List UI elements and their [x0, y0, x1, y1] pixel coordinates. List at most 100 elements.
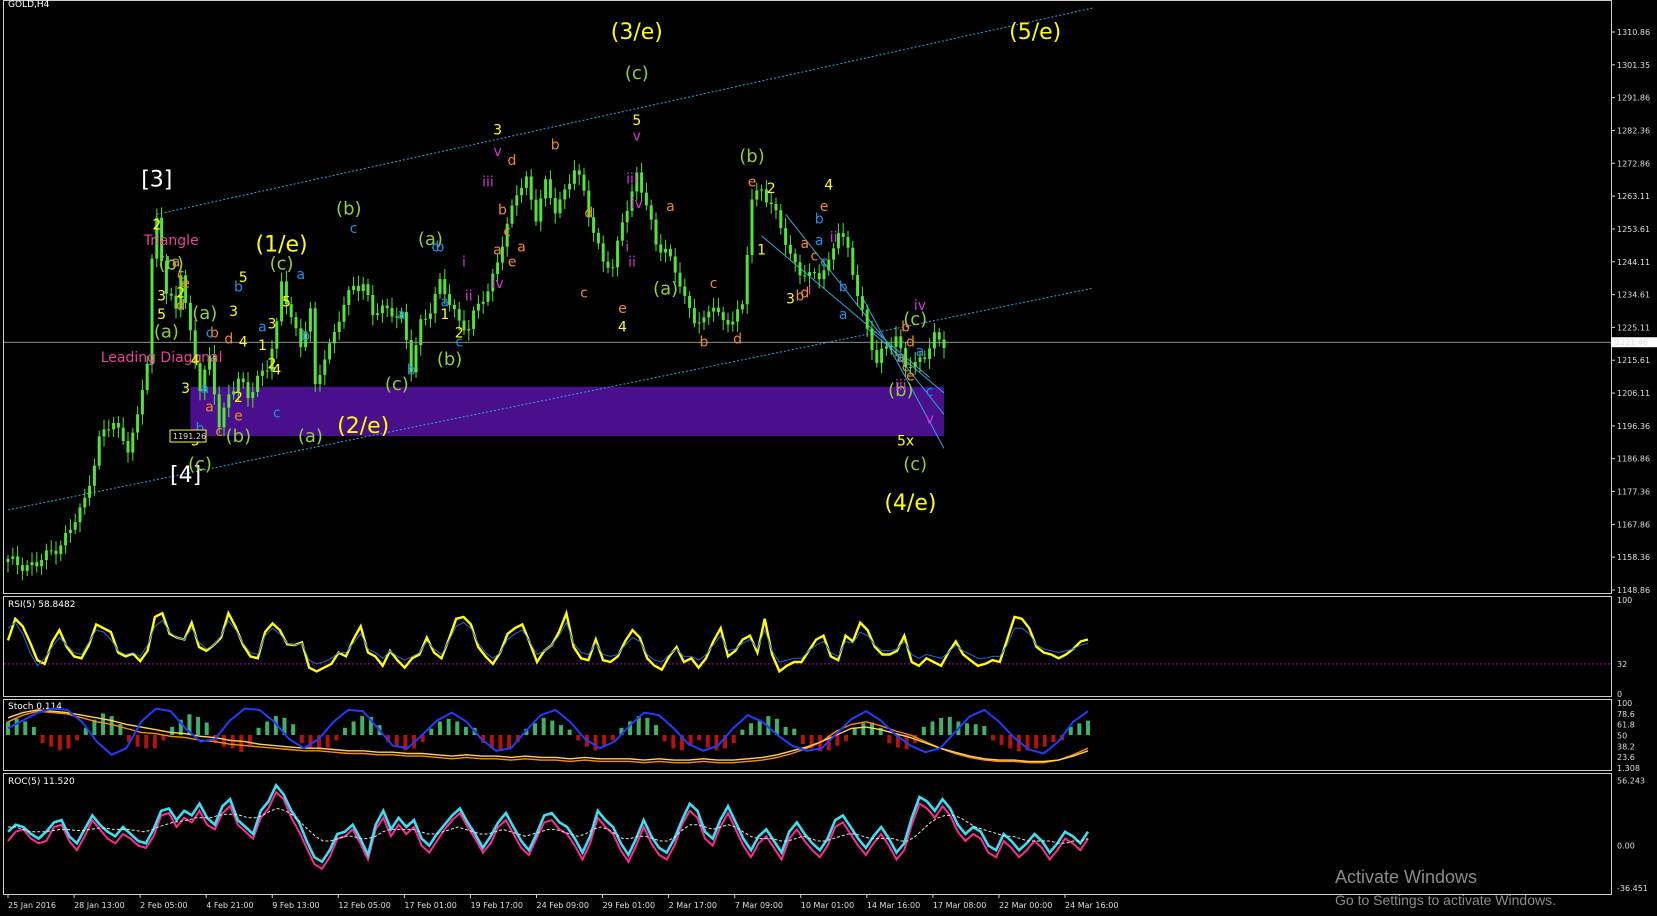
- wave-label: 5: [282, 295, 291, 311]
- candle-body: [520, 187, 524, 196]
- stoch-histogram-bar: [40, 735, 45, 744]
- stoch-tick-label: 100: [1617, 699, 1632, 708]
- wave-label: c: [215, 424, 223, 440]
- candle-body: [846, 236, 850, 248]
- candle-body: [140, 389, 144, 415]
- price-tick-label: 1206.11: [1617, 389, 1650, 398]
- stoch-histogram-bar: [965, 723, 970, 735]
- roc-tick-label: -36.451: [1617, 884, 1648, 893]
- candle-body: [932, 332, 936, 349]
- candle-body: [712, 307, 716, 312]
- stoch-histogram-bar: [299, 735, 304, 744]
- wave-label: 3: [157, 289, 166, 305]
- wave-label: e: [181, 276, 190, 292]
- candle-body: [788, 244, 792, 254]
- stoch-histogram-bar: [654, 725, 658, 735]
- candle-body: [644, 192, 648, 206]
- candle-body: [539, 198, 543, 222]
- time-tick-label: 22 Mar 00:00: [999, 901, 1052, 910]
- wave-label: a: [297, 267, 306, 283]
- candle-body: [11, 556, 15, 559]
- stoch-histogram-bar: [558, 725, 563, 735]
- candle-body: [443, 279, 447, 295]
- time-tick-label: 24 Feb 09:00: [537, 901, 589, 910]
- candle-body: [577, 170, 581, 175]
- wave-label: d: [508, 153, 517, 169]
- wave-label: e: [906, 369, 915, 385]
- price-tick-label: 1167.86: [1617, 520, 1650, 529]
- wave-label: (5/e): [1009, 20, 1061, 45]
- candle-body: [832, 248, 836, 260]
- wave-label: a: [201, 381, 210, 397]
- candle-body: [616, 240, 620, 268]
- stoch-histogram-bar: [170, 726, 175, 735]
- stoch-histogram-bar: [360, 716, 365, 735]
- candle-body: [16, 556, 20, 566]
- stoch-histogram-bar: [990, 735, 995, 741]
- stoch-histogram-bar: [740, 729, 745, 735]
- price-tick-label: 1310.86: [1617, 28, 1650, 37]
- candle-body: [884, 346, 888, 349]
- candle-body: [755, 190, 759, 200]
- candle-body: [899, 336, 903, 349]
- candle-body: [601, 243, 605, 262]
- wave-label: d: [584, 205, 593, 221]
- candle-body: [131, 432, 135, 453]
- wave-label: 2: [152, 218, 161, 234]
- wave-label: (4/e): [884, 491, 936, 516]
- wave-label: c: [820, 255, 828, 271]
- candle-body: [524, 176, 528, 188]
- stoch-histogram-bar: [109, 716, 114, 735]
- stoch-histogram-bar: [23, 721, 28, 735]
- time-tick-label: 19 Feb 17:00: [470, 901, 522, 910]
- wave-label: (c): [903, 454, 927, 475]
- wave-label: (c): [270, 254, 294, 275]
- stoch-histogram-bar: [844, 735, 849, 742]
- wave-label: c: [580, 285, 588, 301]
- stoch-histogram-bar: [75, 735, 80, 741]
- wave-label: c: [710, 276, 718, 292]
- wave-label: [3]: [141, 168, 172, 193]
- price-tick-label: 1225.11: [1617, 323, 1650, 332]
- time-tick-label: 4 Feb 21:00: [206, 901, 253, 910]
- wave-label: c: [455, 335, 463, 351]
- candle-body: [860, 296, 864, 310]
- candle-body: [366, 284, 370, 295]
- chart-canvas[interactable]: GOLD,H4 RSI(5) 58.8482 Stoch 0.114 ROC(5…: [0, 0, 1657, 916]
- wave-label: d: [906, 335, 915, 351]
- candle-body: [817, 273, 821, 280]
- wave-label: b: [498, 202, 507, 218]
- wave-label: a: [801, 236, 810, 252]
- candle-body: [371, 294, 375, 316]
- candle-body: [145, 363, 149, 390]
- rsi-title: RSI(5) 58.8482: [8, 600, 75, 610]
- candle-body: [716, 307, 720, 313]
- stoch-tick-label: 61.8: [1617, 721, 1635, 730]
- wave-label: c: [926, 384, 934, 400]
- candle-body: [337, 321, 341, 333]
- candle-body: [347, 290, 351, 305]
- candle-body: [582, 174, 586, 191]
- wave-label: 4: [618, 319, 627, 335]
- wave-label: iii: [895, 378, 907, 394]
- stoch-histogram-bar: [101, 713, 106, 735]
- price-tick-label: 1253.61: [1617, 225, 1650, 234]
- symbol-label: GOLD,H4: [8, 0, 50, 10]
- candle-body: [227, 394, 231, 408]
- candle-body: [606, 261, 610, 268]
- candle-body: [342, 304, 346, 322]
- wave-label: 3: [493, 122, 502, 138]
- stoch-histogram-bar: [135, 735, 140, 747]
- candle-body: [150, 258, 154, 364]
- wave-label: ii: [830, 230, 838, 246]
- candle-body: [496, 262, 500, 274]
- wave-label: v: [493, 144, 501, 160]
- candle-body: [769, 202, 773, 205]
- candle-body: [563, 189, 567, 200]
- rsi-tick-label: 100: [1617, 596, 1632, 605]
- time-tick-label: 14 Mar 16:00: [867, 901, 920, 910]
- candle-body: [88, 485, 92, 498]
- price-tick-label: 1301.35: [1617, 61, 1650, 70]
- wave-label: d: [224, 332, 233, 348]
- candle-body: [251, 392, 255, 399]
